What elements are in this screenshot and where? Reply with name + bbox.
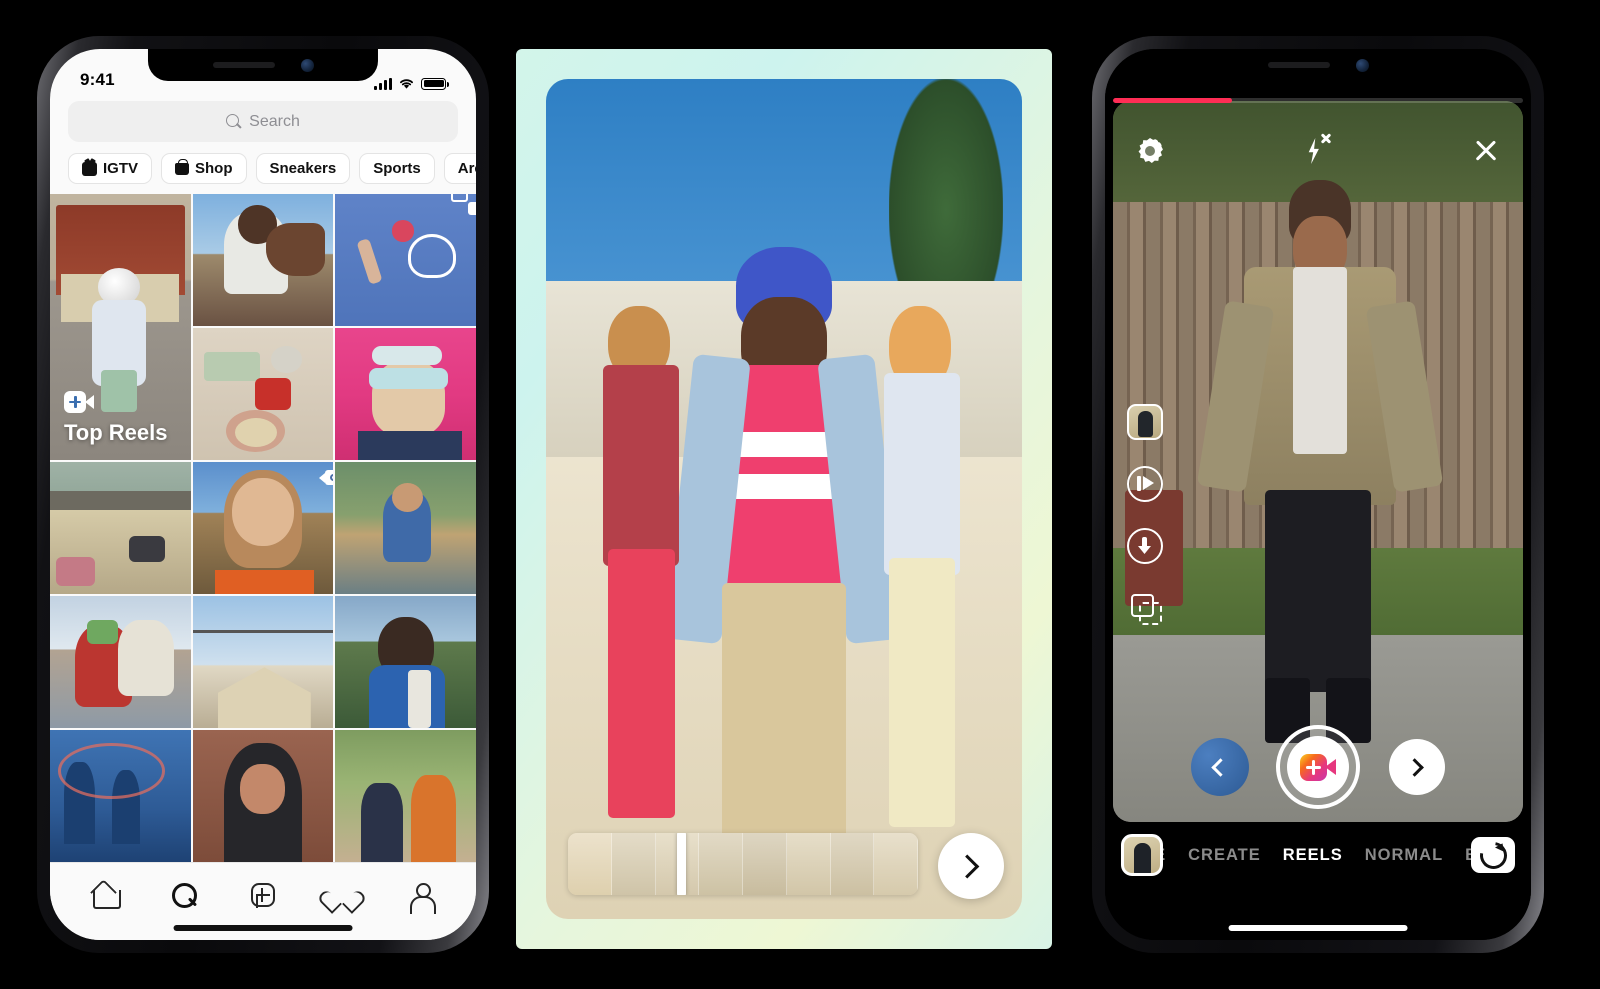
chip-label: Shop bbox=[195, 160, 233, 177]
timer-tool[interactable] bbox=[1127, 528, 1163, 564]
chip-label: Sports bbox=[373, 160, 421, 177]
tab-search[interactable] bbox=[170, 881, 198, 909]
screenshot-stage: 9:41 Search IGTV Shop Sneakers Sports Ar… bbox=[0, 0, 1600, 989]
table-row[interactable] bbox=[335, 730, 476, 862]
reels-editor-screen bbox=[546, 79, 1022, 919]
flip-camera-button[interactable] bbox=[1471, 837, 1515, 873]
phone-explore: 9:41 Search IGTV Shop Sneakers Sports Ar… bbox=[37, 36, 489, 953]
tab-activity[interactable] bbox=[328, 882, 356, 910]
tab-create[interactable] bbox=[249, 881, 277, 909]
mode-carousel[interactable]: VE CREATE REELS NORMAL BO bbox=[1163, 846, 1471, 865]
top-reels-text: Top Reels bbox=[64, 420, 168, 445]
chip-label: IGTV bbox=[103, 160, 139, 177]
table-row[interactable] bbox=[192, 462, 334, 594]
speaker-grille-icon bbox=[212, 62, 275, 68]
search-input[interactable]: Search bbox=[68, 101, 458, 142]
front-camera-icon bbox=[1355, 58, 1369, 72]
shutter-button[interactable] bbox=[1276, 725, 1360, 809]
front-camera-icon bbox=[300, 58, 314, 72]
mode-reels[interactable]: REELS bbox=[1283, 846, 1343, 865]
table-row[interactable] bbox=[192, 194, 334, 326]
camera-settings-button[interactable] bbox=[1135, 136, 1165, 166]
search-icon bbox=[226, 114, 241, 129]
camera-mode-bar[interactable]: VE CREATE REELS NORMAL BO bbox=[1105, 832, 1531, 878]
table-row[interactable] bbox=[192, 730, 334, 862]
mode-create[interactable]: CREATE bbox=[1188, 846, 1261, 865]
cellular-bars-icon bbox=[374, 77, 392, 90]
chip-label: Sneakers bbox=[269, 160, 337, 177]
chevron-left-icon bbox=[1210, 757, 1230, 777]
notch bbox=[147, 49, 379, 81]
camera-top-bar[interactable] bbox=[1105, 133, 1531, 167]
igtv-icon bbox=[82, 161, 97, 176]
gallery-thumbnail-button[interactable] bbox=[1191, 738, 1249, 796]
timeline-playhead[interactable] bbox=[676, 833, 686, 895]
table-row[interactable] bbox=[192, 596, 334, 728]
reels-gradient-icon bbox=[1300, 753, 1336, 781]
table-row[interactable] bbox=[50, 462, 191, 594]
flash-off-icon[interactable] bbox=[1301, 133, 1335, 167]
phone-camera: VE CREATE REELS NORMAL BO bbox=[1092, 36, 1544, 953]
top-reels-label: Top Reels bbox=[64, 391, 168, 446]
top-reels-tile[interactable]: Top Reels bbox=[50, 194, 191, 460]
wifi-icon bbox=[400, 79, 413, 89]
chip-sneakers[interactable]: Sneakers bbox=[255, 153, 351, 184]
mode-normal[interactable]: NORMAL bbox=[1365, 846, 1443, 865]
chip-shop[interactable]: Shop bbox=[161, 153, 247, 184]
search-placeholder: Search bbox=[249, 112, 300, 130]
category-chip-row[interactable]: IGTV Shop Sneakers Sports Architecture bbox=[50, 151, 476, 194]
table-row[interactable] bbox=[335, 328, 476, 460]
camera-capture-row[interactable] bbox=[1105, 712, 1531, 822]
camera-side-tools[interactable] bbox=[1127, 404, 1163, 626]
chip-architecture[interactable]: Architecture bbox=[443, 153, 476, 184]
mode-live[interactable]: VE bbox=[1163, 846, 1166, 865]
table-row[interactable] bbox=[335, 462, 476, 594]
phone-explore-screen: 9:41 Search IGTV Shop Sneakers Sports Ar… bbox=[50, 49, 476, 940]
video-timeline[interactable] bbox=[568, 833, 918, 895]
status-time: 9:41 bbox=[80, 70, 115, 89]
tab-home[interactable] bbox=[91, 881, 122, 909]
chevron-right-icon bbox=[954, 853, 979, 879]
effects-thumbnail-button[interactable] bbox=[1121, 834, 1163, 876]
next-button[interactable] bbox=[938, 833, 1004, 899]
shop-bag-icon bbox=[175, 158, 190, 175]
close-camera-button[interactable] bbox=[1471, 136, 1501, 166]
camera-screen: VE CREATE REELS NORMAL BO bbox=[1105, 49, 1531, 940]
chevron-right-icon bbox=[1404, 757, 1424, 777]
tab-profile[interactable] bbox=[407, 881, 436, 914]
table-row[interactable] bbox=[50, 730, 191, 862]
search-section: Search bbox=[50, 95, 476, 151]
chip-label: Architecture bbox=[457, 160, 476, 177]
home-indicator bbox=[1228, 925, 1408, 931]
notch bbox=[1202, 49, 1434, 81]
table-row[interactable] bbox=[335, 596, 476, 728]
speed-tool[interactable] bbox=[1127, 466, 1163, 502]
chip-sports[interactable]: Sports bbox=[359, 153, 435, 184]
reels-video-preview[interactable] bbox=[546, 79, 1022, 919]
table-row[interactable] bbox=[335, 194, 476, 326]
battery-full-icon bbox=[421, 77, 449, 90]
speaker-grille-icon bbox=[1267, 62, 1330, 68]
home-indicator bbox=[173, 925, 353, 931]
chip-igtv[interactable]: IGTV bbox=[68, 153, 153, 184]
align-tool[interactable] bbox=[1127, 590, 1163, 626]
next-button[interactable] bbox=[1389, 739, 1445, 795]
table-row[interactable] bbox=[192, 328, 334, 460]
explore-grid: Top Reels bbox=[50, 194, 476, 862]
recording-progress-bar bbox=[1113, 98, 1523, 103]
phone-reels-editor bbox=[516, 49, 1052, 949]
audio-tool[interactable] bbox=[1127, 404, 1163, 440]
table-row[interactable] bbox=[50, 596, 191, 728]
reels-icon bbox=[64, 391, 94, 413]
